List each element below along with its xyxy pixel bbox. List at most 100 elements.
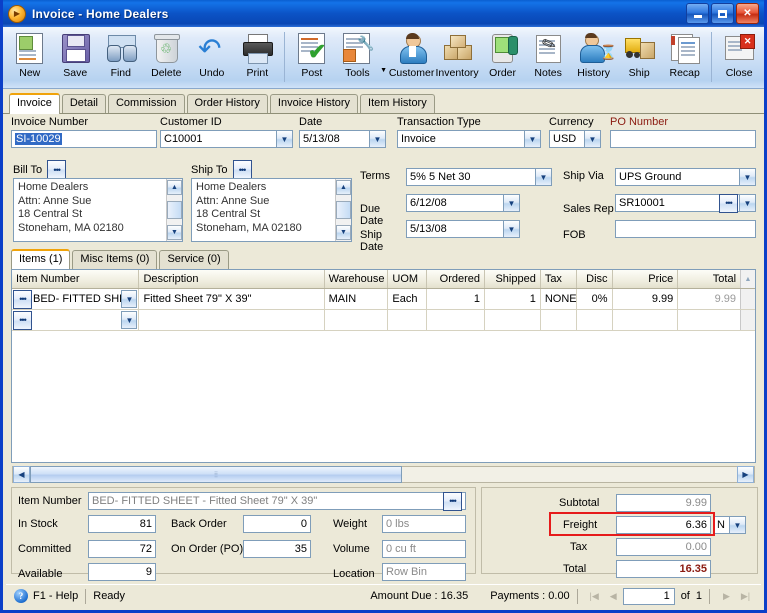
chevron-down-icon[interactable]: ▼	[535, 169, 551, 185]
chevron-down-icon[interactable]: ▼	[369, 131, 385, 147]
grid-scroll-track[interactable]	[740, 310, 755, 330]
due-date-combo[interactable]: 6/12/08 ▼	[406, 194, 520, 212]
invoice-number-input[interactable]: SI-10029	[11, 130, 157, 148]
record-number-input[interactable]: 1	[622, 587, 675, 605]
tab-order-history[interactable]: Order History	[186, 94, 268, 113]
toolbar-button-save[interactable]: Save	[53, 30, 99, 87]
back-order-input[interactable]: 0	[243, 515, 311, 533]
scroll-thumb[interactable]	[336, 201, 351, 219]
grid-header-total[interactable]: Total	[678, 270, 740, 288]
cell-warehouse[interactable]	[325, 310, 389, 330]
toolbar-button-print[interactable]: Print	[235, 30, 281, 87]
chevron-down-icon[interactable]: ▼	[276, 131, 292, 147]
scroll-thumb[interactable]: ⦙⦙	[30, 466, 402, 483]
tab-invoice[interactable]: Invoice	[9, 93, 60, 114]
scroll-down-icon[interactable]: ▼	[167, 225, 182, 240]
cell-tax[interactable]	[541, 310, 577, 330]
sales-rep-lookup-button[interactable]: •••	[719, 193, 738, 213]
cell-uom[interactable]: Each	[388, 289, 428, 309]
fob-input[interactable]	[615, 220, 756, 238]
table-row[interactable]: ••• BED- FITTED SHEE ▼ Fitted Sheet 79" …	[12, 289, 755, 310]
detail-item-number-input[interactable]: BED- FITTED SHEET - Fitted Sheet 79" X 3…	[88, 491, 466, 511]
toolbar-button-find[interactable]: Find	[98, 30, 144, 87]
freight-taxable-combo[interactable]: N ▼	[714, 516, 746, 534]
weight-input[interactable]: 0 lbs	[382, 515, 466, 533]
ship-via-combo[interactable]: UPS Ground ▼	[615, 168, 756, 186]
item-lookup-button[interactable]: •••	[13, 289, 32, 309]
maximize-button[interactable]	[711, 3, 734, 24]
toolbar-button-new[interactable]: New	[7, 30, 53, 87]
cell-price[interactable]	[613, 310, 679, 330]
grid-horizontal-scrollbar[interactable]: ◀ ⦙⦙ ▶	[12, 466, 755, 483]
tools-dropdown-arrow-icon[interactable]: ▼	[380, 67, 389, 74]
cell-tax[interactable]: NONE	[541, 289, 577, 309]
ship-to-address-box[interactable]: Home Dealers Attn: Anne Sue 18 Central S…	[191, 178, 352, 242]
toolbar-button-close[interactable]: ✕ Close	[716, 30, 762, 87]
last-record-button[interactable]: ▶|	[736, 588, 755, 604]
tab-commission[interactable]: Commission	[107, 94, 185, 113]
minimize-button[interactable]	[686, 3, 709, 24]
grid-header-uom[interactable]: UOM	[388, 270, 428, 288]
in-stock-input[interactable]: 81	[88, 515, 156, 533]
cell-shipped[interactable]	[485, 310, 541, 330]
grid-header-description[interactable]: Description	[139, 270, 325, 288]
detail-item-lookup-button[interactable]: •••	[443, 491, 462, 511]
help-group[interactable]: ? F1 - Help	[6, 589, 78, 603]
customer-id-combo[interactable]: C10001 ▼	[160, 130, 293, 148]
grid-header-tax[interactable]: Tax	[541, 270, 577, 288]
chevron-down-icon[interactable]: ▼	[739, 195, 755, 211]
cell-uom[interactable]	[388, 310, 428, 330]
item-lookup-button[interactable]: •••	[13, 310, 32, 330]
location-input[interactable]: Row Bin	[382, 563, 466, 581]
toolbar-button-recap[interactable]: Recap	[662, 30, 708, 87]
scroll-left-icon[interactable]: ◀	[13, 466, 30, 483]
scroll-up-icon[interactable]: ▲	[336, 180, 351, 195]
cell-item-number[interactable]: ••• ▼	[12, 310, 140, 330]
chevron-down-icon[interactable]: ▼	[729, 517, 745, 533]
chevron-down-icon[interactable]: ▼	[524, 131, 540, 147]
currency-combo[interactable]: USD ▼	[549, 130, 601, 148]
close-button[interactable]: ✕	[736, 3, 759, 24]
line-items-grid[interactable]: Item Number Description Warehouse UOM Or…	[11, 269, 756, 463]
table-row[interactable]: ••• ▼	[12, 310, 755, 331]
toolbar-button-notes[interactable]: ✎ Notes	[525, 30, 571, 87]
first-record-button[interactable]: |◀	[585, 588, 604, 604]
terms-combo[interactable]: 5% 5 Net 30 ▼	[406, 168, 552, 186]
ship-date-combo[interactable]: 5/13/08 ▼	[406, 220, 520, 238]
tab-item-history[interactable]: Item History	[360, 94, 435, 113]
available-input[interactable]: 9	[88, 563, 156, 581]
grid-header-ordered[interactable]: Ordered	[427, 270, 486, 288]
chevron-down-icon[interactable]: ▼	[503, 195, 519, 211]
scroll-thumb[interactable]	[167, 201, 182, 219]
toolbar-button-inventory[interactable]: Inventory	[434, 30, 480, 87]
bill-to-address-box[interactable]: Home Dealers Attn: Anne Sue 18 Central S…	[13, 178, 183, 242]
previous-record-button[interactable]: ◀	[604, 588, 623, 604]
grid-header-disc[interactable]: Disc	[577, 270, 613, 288]
chevron-down-icon[interactable]: ▼	[121, 311, 138, 329]
bill-to-lookup-button[interactable]: •••	[47, 160, 67, 179]
chevron-down-icon[interactable]: ▼	[739, 169, 755, 185]
sales-rep-combo[interactable]: SR10001 ••• ▼	[615, 193, 756, 213]
cell-disc[interactable]	[577, 310, 613, 330]
transaction-type-combo[interactable]: Invoice ▼	[397, 130, 541, 148]
cell-warehouse[interactable]: MAIN	[325, 289, 389, 309]
chevron-down-icon[interactable]: ▼	[584, 131, 600, 147]
toolbar-button-undo[interactable]: ↷ Undo	[189, 30, 235, 87]
cell-item-number[interactable]: ••• BED- FITTED SHEE ▼	[12, 289, 140, 309]
cell-ordered[interactable]	[427, 310, 486, 330]
grid-header-shipped[interactable]: Shipped	[485, 270, 541, 288]
date-combo[interactable]: 5/13/08 ▼	[299, 130, 386, 148]
committed-input[interactable]: 72	[88, 540, 156, 558]
grid-header-price[interactable]: Price	[613, 270, 679, 288]
toolbar-button-customer[interactable]: Customer	[389, 30, 434, 87]
toolbar-button-ship[interactable]: Ship	[616, 30, 662, 87]
on-order-po-input[interactable]: 35	[243, 540, 311, 558]
toolbar-button-delete[interactable]: ♲ Delete	[144, 30, 190, 87]
cell-disc[interactable]: 0%	[577, 289, 613, 309]
volume-input[interactable]: 0 cu ft	[382, 540, 466, 558]
grid-scroll-up-icon[interactable]: ▲	[740, 270, 755, 288]
ship-to-lookup-button[interactable]: •••	[232, 160, 252, 179]
tab-invoice-history[interactable]: Invoice History	[269, 94, 359, 113]
toolbar-button-post[interactable]: ✔ Post	[289, 30, 335, 87]
toolbar-button-order[interactable]: Order	[480, 30, 526, 87]
